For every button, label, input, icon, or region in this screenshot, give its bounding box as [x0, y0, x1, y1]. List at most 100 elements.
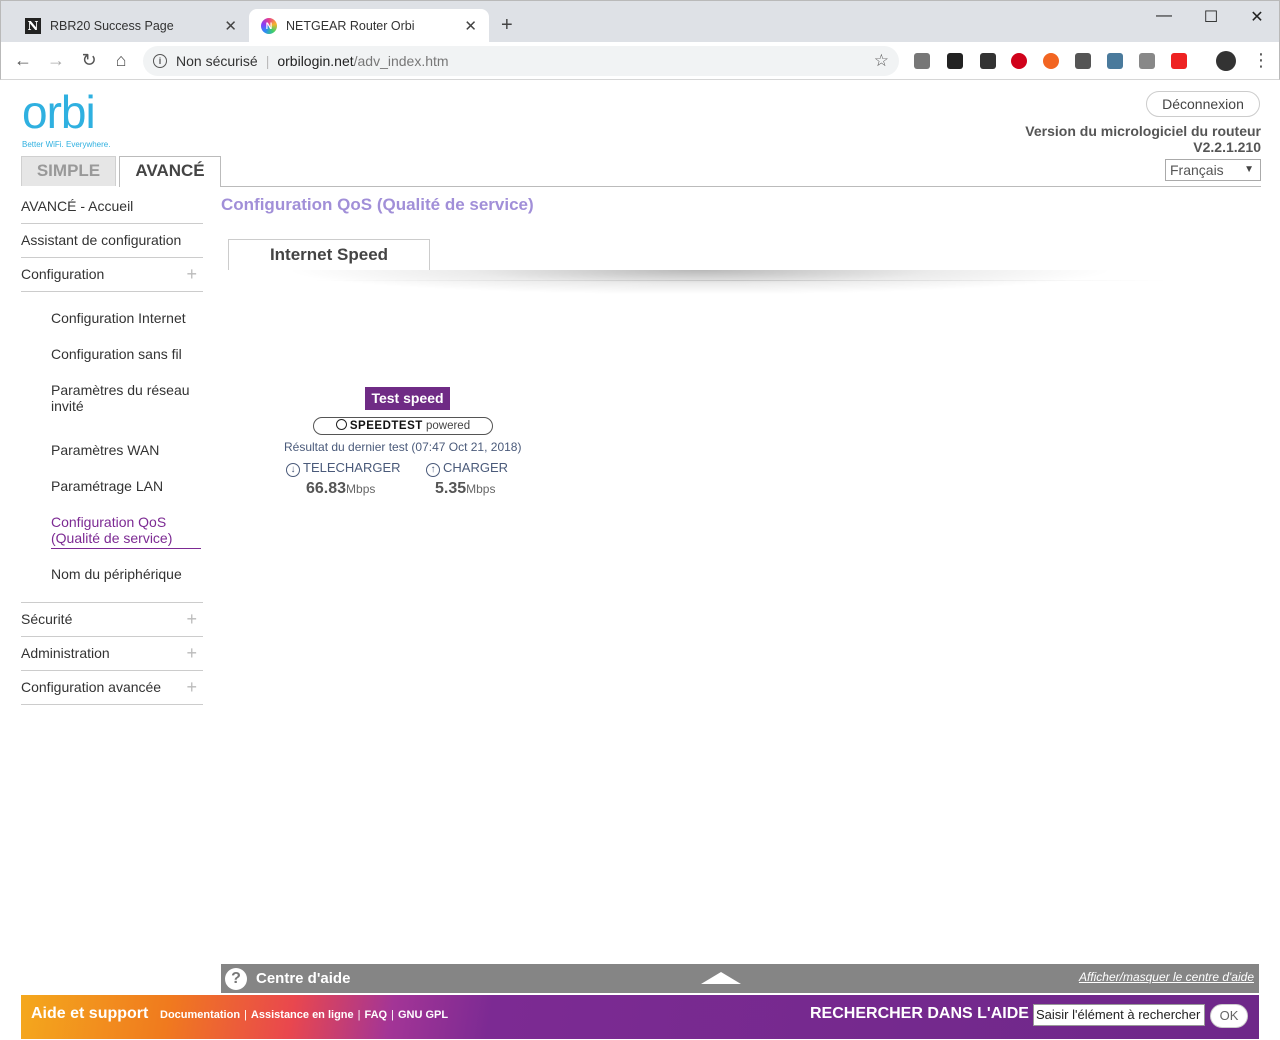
sidebar-item-administration[interactable]: Administration +	[21, 644, 203, 662]
faq-link[interactable]: FAQ	[365, 1009, 388, 1021]
avatar[interactable]	[1216, 51, 1236, 71]
upload-label: ↑ CHARGER	[426, 460, 508, 477]
sidebar-item-label: Configuration avancée	[21, 679, 162, 695]
help-center-title: Centre d'aide	[256, 970, 351, 987]
extension-icon[interactable]	[1107, 53, 1123, 69]
sidebar-item-wizard[interactable]: Assistant de configuration	[21, 232, 203, 248]
download-unit: Mbps	[346, 482, 376, 496]
cart-icon[interactable]	[1171, 53, 1187, 69]
tab-simple[interactable]: SIMPLE	[21, 156, 116, 186]
language-select[interactable]: Français ▼	[1165, 159, 1261, 181]
footer-support-title: Aide et support	[31, 1005, 149, 1022]
toggle-help-center-link[interactable]: Afficher/masquer le centre d'aide	[1079, 970, 1254, 984]
divider	[21, 257, 203, 258]
tab-advanced[interactable]: AVANCÉ	[119, 156, 221, 187]
extension-icon[interactable]	[914, 53, 930, 69]
netgear-icon: N	[261, 18, 277, 34]
help-search-label: RECHERCHER DANS L'AIDE	[810, 1005, 1029, 1022]
upload-unit: Mbps	[466, 482, 496, 496]
extension-icon[interactable]	[947, 53, 963, 69]
test-speed-button[interactable]: Test speed	[365, 387, 450, 410]
expand-icon[interactable]: +	[186, 678, 197, 696]
security-status: Non sécurisé	[176, 53, 258, 69]
speedtest-gauge-icon	[335, 419, 347, 430]
expand-icon[interactable]: +	[186, 610, 197, 628]
footer: Aide et support Documentation | Assistance…	[21, 995, 1259, 1039]
sidebar-item-advanced-config[interactable]: Configuration avancée +	[21, 678, 203, 696]
tab-internet-speed[interactable]: Internet Speed	[228, 239, 430, 270]
language-value: Français	[1170, 162, 1224, 178]
upload-value: 5.35Mbps	[435, 480, 495, 498]
bookmark-star-icon[interactable]: ☆	[874, 51, 889, 71]
help-search-input[interactable]: Saisir l'élément à rechercher	[1033, 1004, 1205, 1026]
minimize-icon[interactable]: —	[1141, 7, 1187, 25]
divider	[21, 670, 203, 671]
sidebar-subitem-internet[interactable]: Configuration Internet	[51, 310, 201, 326]
sidebar-subitem-device-name[interactable]: Nom du périphérique	[51, 566, 201, 582]
upload-number: 5.35	[435, 480, 467, 497]
close-icon[interactable]: ✕	[224, 17, 237, 35]
new-tab-icon[interactable]: +	[501, 14, 513, 37]
close-icon[interactable]: ✕	[464, 17, 477, 35]
logout-button[interactable]: Déconnexion	[1146, 91, 1260, 117]
divider	[21, 636, 203, 637]
adblock-icon[interactable]	[1011, 53, 1027, 69]
online-support-link[interactable]: Assistance en ligne	[251, 1009, 354, 1021]
page-title: Configuration QoS (Qualité de service)	[221, 195, 534, 214]
firmware-version: V2.2.1.210	[1193, 139, 1261, 155]
extension-icon[interactable]	[980, 53, 996, 69]
divider	[21, 602, 203, 603]
gpl-link[interactable]: GNU GPL	[398, 1009, 448, 1021]
download-label-text: TELECHARGER	[303, 460, 401, 475]
link-separator: |	[391, 1009, 394, 1021]
divider	[21, 223, 203, 224]
sidebar-item-label: Administration	[21, 645, 110, 661]
sidebar-subitem-wan[interactable]: Paramètres WAN	[51, 442, 201, 458]
help-question-icon: ?	[225, 968, 247, 990]
firmware-label: Version du micrologiciel du routeur	[1025, 123, 1261, 139]
browser-toolbar: ← → ↻ ⌂ i Non sécurisé | orbilogin.net/a…	[0, 42, 1280, 80]
back-icon[interactable]: ←	[13, 50, 33, 71]
maximize-icon[interactable]: ☐	[1188, 7, 1234, 27]
sidebar-subitem-qos[interactable]: Configuration QoS (Qualité de service)	[51, 514, 201, 549]
browser-titlebar: N RBR20 Success Page ✕ N NETGEAR Router …	[0, 0, 1280, 43]
extension-icon[interactable]	[1043, 53, 1059, 69]
home-icon[interactable]: ⌂	[111, 50, 131, 71]
documentation-link[interactable]: Documentation	[160, 1009, 240, 1021]
divider	[21, 704, 203, 705]
speedtest-badge: SPEEDTEST powered	[313, 417, 493, 435]
sidebar-item-home[interactable]: AVANCÉ - Accueil	[21, 198, 203, 214]
forward-icon[interactable]: →	[46, 50, 66, 71]
menu-icon[interactable]: ⋮	[1251, 50, 1271, 71]
link-separator: |	[357, 1009, 361, 1021]
chevron-down-icon: ▼	[1244, 164, 1254, 175]
tab-title: RBR20 Success Page	[50, 19, 174, 33]
expand-up-icon[interactable]	[701, 972, 741, 984]
sidebar-item-security[interactable]: Sécurité +	[21, 610, 203, 628]
url-path: /adv_index.htm	[353, 53, 449, 69]
address-separator: |	[265, 53, 270, 69]
download-value: 66.83Mbps	[306, 480, 375, 498]
link-separator: |	[244, 1009, 247, 1021]
sidebar-subitem-lan[interactable]: Paramétrage LAN	[51, 478, 201, 494]
upload-arrow-icon: ↑	[426, 463, 440, 477]
help-center-bar: ? Centre d'aide Afficher/masquer le cent…	[221, 964, 1259, 993]
sidebar-item-configuration[interactable]: Configuration +	[21, 265, 203, 283]
sidebar-subitem-wireless[interactable]: Configuration sans fil	[51, 346, 201, 362]
browser-tab-rbr20[interactable]: N RBR20 Success Page ✕	[13, 9, 249, 43]
window-close-icon[interactable]: ✕	[1234, 7, 1280, 27]
browser-tab-netgear[interactable]: N NETGEAR Router Orbi ✕	[249, 9, 489, 43]
extension-icon[interactable]	[1075, 53, 1091, 69]
expand-icon[interactable]: +	[186, 265, 197, 283]
upload-label-text: CHARGER	[443, 460, 509, 475]
info-icon[interactable]: i	[153, 54, 167, 68]
reload-icon[interactable]: ↻	[79, 50, 99, 71]
download-label: ↓ TELECHARGER	[286, 460, 401, 477]
sidebar-subitem-guest-network[interactable]: Paramètres du réseau invité	[51, 382, 201, 414]
extension-icon[interactable]	[1139, 53, 1155, 69]
speedtest-brand: SPEEDTEST	[349, 420, 423, 432]
expand-icon[interactable]: +	[186, 644, 197, 662]
help-search-ok-button[interactable]: OK	[1210, 1004, 1248, 1028]
divider	[221, 186, 1261, 187]
address-bar[interactable]: i Non sécurisé | orbilogin.net/adv_index…	[143, 46, 899, 76]
